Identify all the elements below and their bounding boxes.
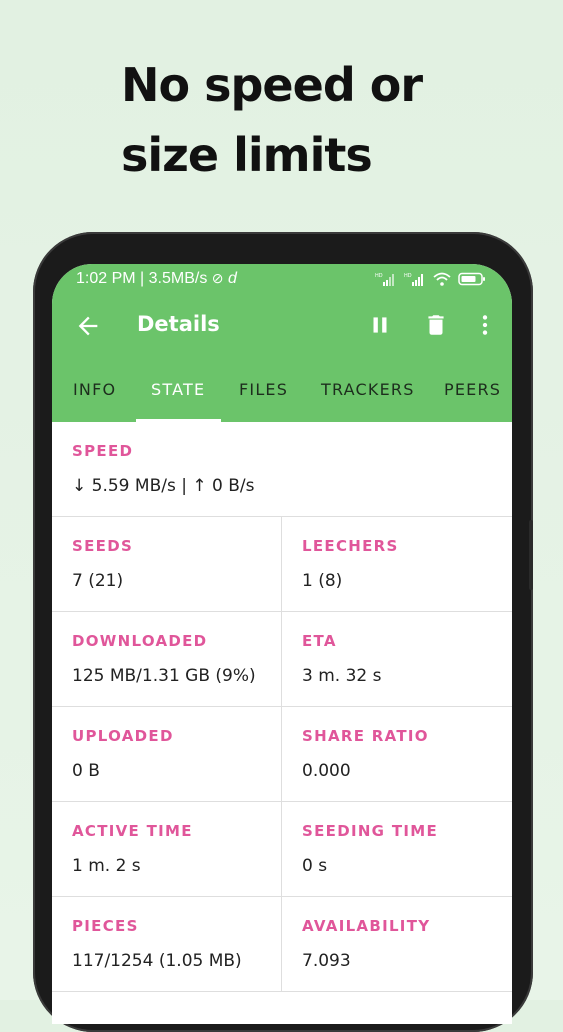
pause-icon[interactable] xyxy=(367,312,393,338)
seeding-time-cell: SEEDING TIME 0 s xyxy=(282,802,512,897)
share-ratio-label: SHARE RATIO xyxy=(302,727,429,745)
speed-label: SPEED xyxy=(72,442,134,460)
seeding-time-value: 0 s xyxy=(302,856,328,876)
more-vert-icon[interactable] xyxy=(472,312,498,338)
seeds-cell: SEEDS 7 (21) xyxy=(52,517,282,612)
speed-value: ↓ 5.59 MB/s | ↑ 0 B/s xyxy=(72,476,255,496)
leechers-label: LEECHERS xyxy=(302,537,399,555)
wifi-icon xyxy=(433,272,451,286)
uploaded-cell: UPLOADED 0 B xyxy=(52,707,282,802)
seeds-value: 7 (21) xyxy=(72,571,124,591)
status-extra-glyph: d xyxy=(227,270,237,287)
availability-cell: AVAILABILITY 7.093 xyxy=(282,897,512,992)
uploaded-value: 0 B xyxy=(72,761,100,781)
page-title: Details xyxy=(137,312,220,336)
availability-label: AVAILABILITY xyxy=(302,917,431,935)
signal-icon-2: HD xyxy=(404,273,423,286)
eta-value: 3 m. 32 s xyxy=(302,666,382,686)
tab-state[interactable]: STATE xyxy=(151,380,205,399)
seeding-time-label: SEEDING TIME xyxy=(302,822,439,840)
downloaded-label: DOWNLOADED xyxy=(72,632,208,650)
signal-icon: HD xyxy=(375,273,394,286)
status-right: HD HD xyxy=(375,272,486,286)
pieces-cell: PIECES 117/1254 (1.05 MB) xyxy=(52,897,282,992)
leechers-cell: LEECHERS 1 (8) xyxy=(282,517,512,612)
availability-value: 7.093 xyxy=(302,951,351,971)
downloaded-cell: DOWNLOADED 125 MB/1.31 GB (9%) xyxy=(52,612,282,707)
battery-icon xyxy=(458,272,485,286)
status-left: 1:02 PM | 3.5MB/s ⊘ d xyxy=(76,270,237,288)
pieces-label: PIECES xyxy=(72,917,139,935)
app-bar: 1:02 PM | 3.5MB/s ⊘ d HD HD Details INFO… xyxy=(52,264,512,422)
toolbar: Details xyxy=(52,302,512,350)
arrow-back-icon[interactable] xyxy=(74,312,102,340)
promo-line-2: size limits xyxy=(121,128,373,182)
eta-cell: ETA 3 m. 32 s xyxy=(282,612,512,707)
active-time-label: ACTIVE TIME xyxy=(72,822,193,840)
tab-peers[interactable]: PEERS xyxy=(444,380,501,399)
svg-text:HD: HD xyxy=(375,273,383,279)
trash-icon[interactable] xyxy=(423,312,449,338)
tab-info[interactable]: INFO xyxy=(73,380,116,399)
share-ratio-cell: SHARE RATIO 0.000 xyxy=(282,707,512,802)
active-time-cell: ACTIVE TIME 1 m. 2 s xyxy=(52,802,282,897)
svg-text:HD: HD xyxy=(404,273,412,279)
eta-label: ETA xyxy=(302,632,337,650)
leechers-value: 1 (8) xyxy=(302,571,343,591)
seeds-label: SEEDS xyxy=(72,537,134,555)
tab-trackers[interactable]: TRACKERS xyxy=(321,380,415,399)
speed-cell: SPEED ↓ 5.59 MB/s | ↑ 0 B/s xyxy=(52,422,512,517)
active-time-value: 1 m. 2 s xyxy=(72,856,141,876)
downloaded-value: 125 MB/1.31 GB (9%) xyxy=(72,666,256,686)
promo-line-1: No speed or xyxy=(121,58,423,112)
share-ratio-value: 0.000 xyxy=(302,761,351,781)
tab-files[interactable]: FILES xyxy=(239,380,288,399)
uploaded-label: UPLOADED xyxy=(72,727,174,745)
alarm-off-icon: ⊘ xyxy=(211,270,224,286)
phone-side-button xyxy=(529,520,533,590)
pieces-value: 117/1254 (1.05 MB) xyxy=(72,951,242,971)
status-time-speed: 1:02 PM | 3.5MB/s xyxy=(76,270,208,287)
promo-headline: No speed or size limits xyxy=(121,50,521,190)
status-bar: 1:02 PM | 3.5MB/s ⊘ d HD HD xyxy=(52,264,512,296)
tab-bar: INFO STATE FILES TRACKERS PEERS xyxy=(52,370,512,422)
app-screen: 1:02 PM | 3.5MB/s ⊘ d HD HD Details INFO… xyxy=(52,264,512,1024)
